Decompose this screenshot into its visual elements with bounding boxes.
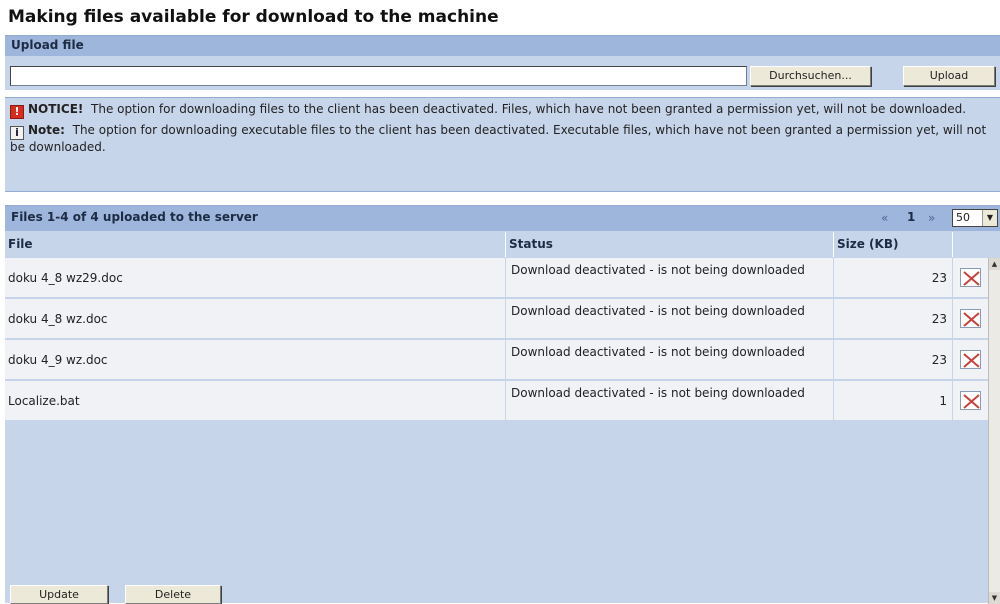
vertical-scrollbar[interactable]: ▲ ▼ xyxy=(988,258,1000,604)
table-row[interactable]: Localize.bat Download deactivated - is n… xyxy=(5,381,988,421)
page-title: Making files available for download to t… xyxy=(8,7,499,27)
notice-text: The option for downloading files to the … xyxy=(91,102,967,116)
upload-file-path-input[interactable] xyxy=(10,66,747,86)
warning-icon: ! xyxy=(10,105,24,119)
scroll-up-icon[interactable]: ▲ xyxy=(989,258,1000,270)
files-panel: Files 1-4 of 4 uploaded to the server « … xyxy=(5,205,1000,604)
size-cell: 23 xyxy=(834,258,952,297)
page-size-select[interactable]: 50 ▼ xyxy=(952,209,998,227)
notice-panel: ! NOTICE! The option for downloading file… xyxy=(5,97,1000,192)
download-notice: ! NOTICE! The option for downloading file… xyxy=(10,102,995,119)
page-size-value: 50 xyxy=(956,211,970,224)
notice-title: NOTICE! xyxy=(28,102,84,116)
files-header-title: Files 1-4 of 4 uploaded to the server xyxy=(11,210,258,224)
delete-icon[interactable] xyxy=(960,350,981,369)
status-cell: Download deactivated - is not being down… xyxy=(506,381,833,420)
file-name-cell: Localize.bat xyxy=(5,381,505,420)
scroll-down-icon[interactable]: ▼ xyxy=(989,592,1000,604)
column-header-size[interactable]: Size (KB) xyxy=(834,232,953,257)
delete-cell xyxy=(953,258,988,297)
delete-icon[interactable] xyxy=(960,268,981,287)
table-row[interactable]: doku 4_8 wz29.doc Download deactivated -… xyxy=(5,258,988,298)
status-cell: Download deactivated - is not being down… xyxy=(506,299,833,338)
size-cell: 23 xyxy=(834,340,952,379)
upload-panel: Upload file Durchsuchen... Upload xyxy=(5,35,1000,90)
info-icon: i xyxy=(10,126,24,140)
files-header: Files 1-4 of 4 uploaded to the server xyxy=(5,206,1000,231)
upload-header: Upload file xyxy=(5,36,1000,56)
size-cell: 23 xyxy=(834,299,952,338)
file-name-cell: doku 4_8 wz29.doc xyxy=(5,258,505,297)
update-button[interactable]: Update xyxy=(10,585,108,604)
file-name-cell: doku 4_9 wz.doc xyxy=(5,340,505,379)
file-name-cell: doku 4_8 wz.doc xyxy=(5,299,505,338)
status-cell: Download deactivated - is not being down… xyxy=(506,340,833,379)
upload-button[interactable]: Upload xyxy=(903,66,995,86)
delete-cell xyxy=(953,299,988,338)
delete-cell xyxy=(953,340,988,379)
status-cell: Download deactivated - is not being down… xyxy=(506,258,833,297)
note-text: The option for downloading executable fi… xyxy=(10,123,987,154)
first-page-icon[interactable]: « xyxy=(881,211,888,225)
delete-cell xyxy=(953,381,988,420)
last-page-icon[interactable]: » xyxy=(928,211,935,225)
size-cell: 1 xyxy=(834,381,952,420)
browse-button[interactable]: Durchsuchen... xyxy=(750,66,871,86)
chevron-down-icon: ▼ xyxy=(982,210,997,226)
current-page-number: 1 xyxy=(907,210,916,224)
delete-icon[interactable] xyxy=(960,391,981,410)
executable-note: i Note: The option for downloading execut… xyxy=(10,123,995,155)
column-header-status[interactable]: Status xyxy=(506,232,834,257)
table-row[interactable]: doku 4_8 wz.doc Download deactivated - i… xyxy=(5,299,988,339)
column-header-file[interactable]: File xyxy=(5,232,506,257)
table-row[interactable]: doku 4_9 wz.doc Download deactivated - i… xyxy=(5,340,988,380)
delete-icon[interactable] xyxy=(960,309,981,328)
delete-button[interactable]: Delete xyxy=(125,585,221,604)
note-title: Note: xyxy=(28,123,65,137)
